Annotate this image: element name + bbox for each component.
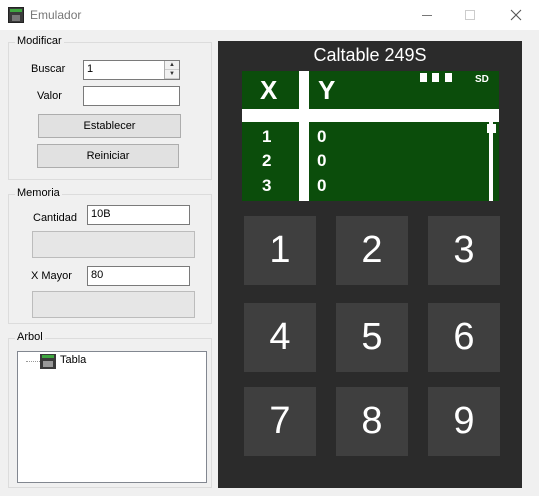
arbol-group-label: Arbol bbox=[15, 331, 45, 343]
arbol-group: Arbol Tabla bbox=[8, 331, 212, 488]
buscar-stepper[interactable]: 1 ▲ ▼ bbox=[83, 60, 180, 80]
column-y-header: Y bbox=[318, 75, 336, 105]
minimize-icon bbox=[422, 14, 432, 16]
column-divider bbox=[299, 71, 309, 201]
indicator-3 bbox=[445, 73, 452, 82]
calculator-panel: Caltable 249S X Y SD 1 0 2 0 3 0 1 2 3 4… bbox=[218, 41, 522, 488]
row-1-x: 1 bbox=[262, 127, 272, 146]
key-3[interactable]: 3 bbox=[428, 216, 500, 285]
close-icon bbox=[510, 9, 522, 21]
title-bar: Emulador bbox=[0, 0, 539, 30]
screen-scrollbar-thumb[interactable] bbox=[487, 124, 496, 133]
reiniciar-button[interactable]: Reiniciar bbox=[37, 144, 179, 168]
buscar-spinner[interactable]: ▲ ▼ bbox=[164, 61, 179, 79]
calculator-title: Caltable 249S bbox=[313, 45, 427, 65]
key-2[interactable]: 2 bbox=[336, 216, 408, 285]
screen-scrollbar[interactable] bbox=[489, 122, 493, 201]
app-icon bbox=[8, 7, 24, 23]
cantidad-label: Cantidad bbox=[33, 212, 78, 224]
minimize-button[interactable] bbox=[404, 0, 450, 30]
tree-view[interactable]: Tabla bbox=[17, 351, 207, 483]
row-3-y: 0 bbox=[317, 176, 327, 195]
tree-node-tabla[interactable]: Tabla bbox=[60, 354, 86, 366]
calculator-screen: X Y SD 1 0 2 0 3 0 bbox=[242, 71, 499, 201]
window-title: Emulador bbox=[30, 8, 82, 22]
cantidad-field[interactable]: 10B bbox=[87, 205, 190, 225]
row-1-y: 0 bbox=[317, 127, 327, 146]
indicator-2 bbox=[432, 73, 439, 82]
modificar-group-label: Modificar bbox=[15, 35, 64, 47]
client-area: Modificar Buscar 1 ▲ ▼ Valor Establecer … bbox=[0, 30, 539, 496]
xmayor-label: X Mayor bbox=[31, 270, 72, 282]
maximize-icon bbox=[465, 10, 475, 20]
row-2-y: 0 bbox=[317, 151, 327, 170]
valor-label: Valor bbox=[37, 90, 62, 102]
buscar-value: 1 bbox=[87, 63, 94, 75]
table-icon bbox=[40, 354, 56, 369]
buscar-label: Buscar bbox=[31, 63, 66, 75]
memoria-group-label: Memoria bbox=[15, 187, 62, 199]
maximize-button[interactable] bbox=[447, 0, 493, 30]
key-8[interactable]: 8 bbox=[336, 387, 408, 456]
xmayor-field[interactable]: 80 bbox=[87, 266, 190, 286]
key-1[interactable]: 1 bbox=[244, 216, 316, 285]
key-4[interactable]: 4 bbox=[244, 303, 316, 372]
cantidad-progress-bar bbox=[32, 231, 195, 258]
close-button[interactable] bbox=[493, 0, 539, 30]
spin-up-icon[interactable]: ▲ bbox=[165, 61, 179, 70]
mode-indicator: SD bbox=[475, 74, 489, 85]
spin-down-icon[interactable]: ▼ bbox=[165, 70, 179, 79]
key-6[interactable]: 6 bbox=[428, 303, 500, 372]
indicator-1 bbox=[420, 73, 427, 82]
row-3-x: 3 bbox=[262, 176, 272, 195]
key-7[interactable]: 7 bbox=[244, 387, 316, 456]
valor-field[interactable] bbox=[83, 86, 180, 106]
key-5[interactable]: 5 bbox=[336, 303, 408, 372]
header-divider bbox=[242, 109, 499, 122]
xmayor-progress-bar bbox=[32, 291, 195, 318]
key-9[interactable]: 9 bbox=[428, 387, 500, 456]
tree-connector bbox=[26, 361, 40, 362]
row-2-x: 2 bbox=[262, 151, 272, 170]
column-x-header: X bbox=[260, 75, 278, 105]
modificar-group: Modificar Buscar 1 ▲ ▼ Valor Establecer … bbox=[8, 35, 212, 180]
establecer-button[interactable]: Establecer bbox=[38, 114, 181, 138]
memoria-group: Memoria Cantidad 10B X Mayor 80 bbox=[8, 187, 212, 324]
